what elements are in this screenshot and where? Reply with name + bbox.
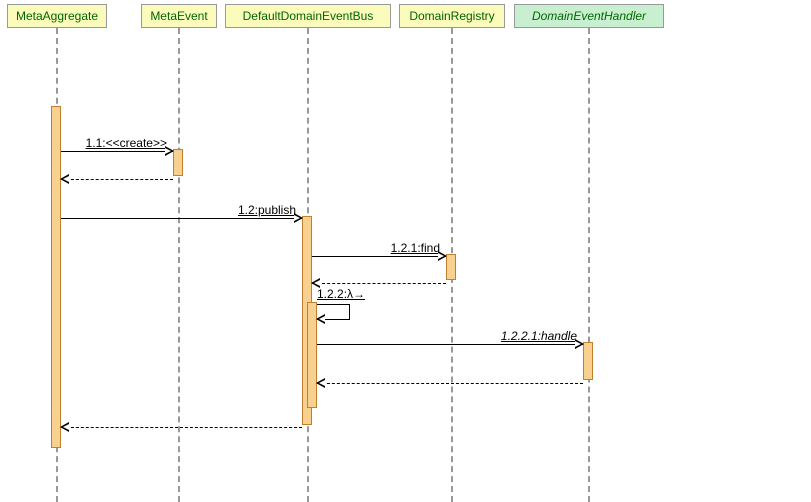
- message-label: 1.2.2:λ→: [317, 287, 365, 301]
- arrowhead-icon: [438, 251, 447, 261]
- message-line: [61, 151, 173, 152]
- activation-p1-0: [51, 106, 61, 448]
- message-m5: 1.2.2.1:handle: [317, 344, 583, 345]
- activation-p4-3: [446, 254, 456, 280]
- lifeline-p5: [588, 28, 590, 502]
- message-line: [312, 256, 446, 257]
- participant-p3: DefaultDomainEventBus: [225, 4, 391, 28]
- participant-p2: MetaEvent: [141, 4, 217, 28]
- message-m1: 1.1:<<create>>: [61, 151, 173, 152]
- message-label: 1.2:publish: [238, 203, 296, 217]
- sequence-diagram: { "participants": [ { "id": "p1", "label…: [0, 0, 811, 502]
- message-label: 1.2.2.1:handle: [501, 329, 577, 343]
- message-m5r: [317, 383, 583, 384]
- arrowhead-icon: [316, 314, 325, 324]
- participant-p5: DomainEventHandler: [514, 4, 664, 28]
- arrowhead-icon: [165, 146, 174, 156]
- self-message-m4: 1.2.2:λ→: [317, 304, 350, 320]
- message-label: 1.2.1:find: [391, 241, 440, 255]
- message-line: [317, 383, 583, 384]
- message-line: [61, 427, 302, 428]
- message-m3r: [312, 283, 446, 284]
- arrowhead-icon: [60, 174, 69, 184]
- arrowhead-icon: [575, 339, 584, 349]
- message-label: 1.1:<<create>>: [86, 136, 167, 150]
- message-line: [61, 218, 302, 219]
- arrowhead-icon: [316, 378, 325, 388]
- lifeline-p2: [178, 28, 180, 502]
- activation-p5-5: [583, 342, 593, 380]
- arrowhead-icon: [60, 422, 69, 432]
- arrowhead-icon: [294, 213, 303, 223]
- message-m2r: [61, 427, 302, 428]
- message-line: [312, 283, 446, 284]
- message-line: [317, 344, 583, 345]
- participant-p4: DomainRegistry: [399, 4, 505, 28]
- activation-p2-1: [173, 149, 183, 176]
- message-m3: 1.2.1:find: [312, 256, 446, 257]
- participant-p1: MetaAggregate: [7, 4, 107, 28]
- message-m1r: [61, 179, 173, 180]
- message-m2: 1.2:publish: [61, 218, 302, 219]
- message-line: [61, 179, 173, 180]
